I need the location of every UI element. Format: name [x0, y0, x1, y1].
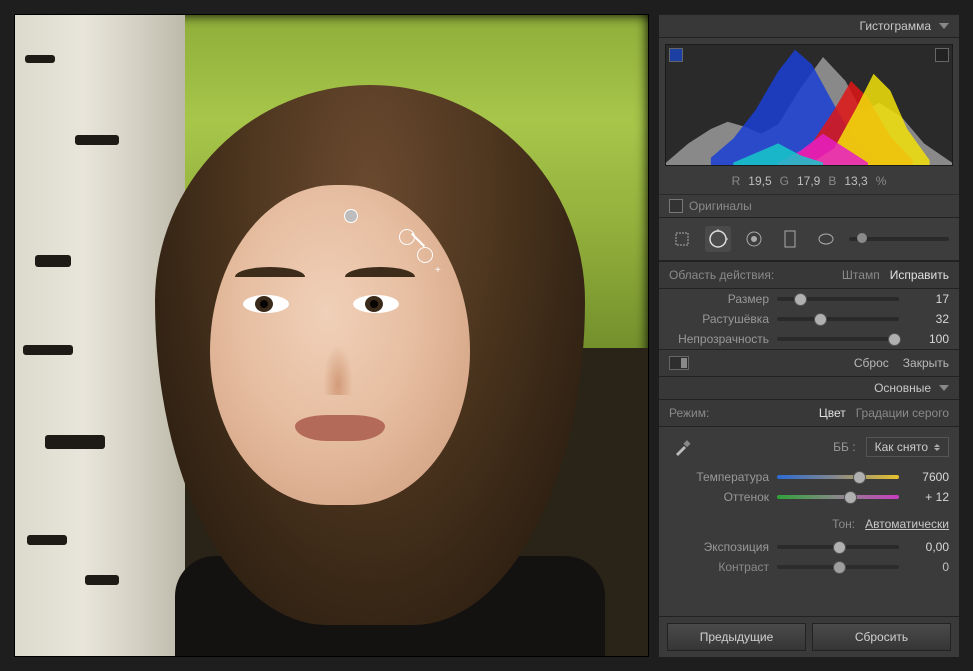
treatment-label: Режим:	[669, 406, 709, 420]
wb-value: Как снято	[875, 440, 928, 454]
tint-slider[interactable]	[777, 495, 899, 499]
heal-source-pin[interactable]	[345, 210, 357, 222]
rgb-readout: R19,5 G17,9 B13,3 %	[659, 172, 959, 194]
image-viewport[interactable]: +	[14, 14, 649, 657]
contrast-label: Контраст	[669, 560, 769, 574]
tint-label: Оттенок	[669, 490, 769, 504]
auto-tone-button[interactable]: Автоматически	[865, 517, 949, 531]
heal-cursor: +	[395, 225, 441, 271]
bottom-button-bar: Предыдущие Сбросить	[659, 616, 959, 657]
collapse-icon	[939, 385, 949, 391]
tone-label: Тон:	[832, 517, 855, 531]
spot-removal-tool[interactable]	[705, 226, 731, 252]
originals-label: Оригиналы	[689, 199, 752, 213]
basic-panel: Основные Режим: Цвет Градации серого ББ …	[659, 376, 959, 577]
right-panel: Гистограмма R19,5 G17,9 B13,3 % Оригинал…	[659, 14, 959, 657]
mode-heal[interactable]: Исправить	[890, 268, 949, 282]
feather-label: Растушёвка	[669, 312, 769, 326]
close-link[interactable]: Закрыть	[903, 356, 949, 370]
size-value[interactable]: 17	[907, 292, 949, 306]
treatment-color[interactable]: Цвет	[819, 406, 846, 420]
histogram-title: Гистограмма	[860, 19, 931, 33]
scope-label: Область действия:	[669, 268, 774, 282]
originals-row[interactable]: Оригиналы	[659, 194, 959, 217]
treatment-bw[interactable]: Градации серого	[856, 406, 949, 420]
crop-tool[interactable]	[669, 226, 695, 252]
feather-value[interactable]: 32	[907, 312, 949, 326]
wb-dropdown[interactable]: Как снято	[866, 437, 949, 457]
exposure-value[interactable]: 0,00	[907, 540, 949, 554]
contrast-value[interactable]: 0	[907, 560, 949, 574]
basic-header[interactable]: Основные	[659, 377, 959, 400]
basic-title: Основные	[874, 381, 931, 395]
photo-canvas	[15, 15, 648, 656]
temp-value[interactable]: 7600	[907, 470, 949, 484]
histogram-header[interactable]: Гистограмма	[659, 15, 959, 38]
red-eye-tool[interactable]	[741, 226, 767, 252]
mode-clone[interactable]: Штамп	[842, 268, 880, 282]
brush-size-mini-slider[interactable]	[849, 237, 949, 241]
updown-icon	[934, 444, 940, 451]
opacity-label: Непрозрачность	[669, 332, 769, 346]
panel-switch[interactable]	[669, 356, 689, 370]
feather-slider[interactable]	[777, 317, 899, 321]
size-slider[interactable]	[777, 297, 899, 301]
temp-label: Температура	[669, 470, 769, 484]
app-frame: + Гистограмма R19,5 G17,9 B13,3 %	[0, 0, 973, 671]
contrast-slider[interactable]	[777, 565, 899, 569]
wb-label: ББ :	[833, 440, 855, 454]
size-label: Размер	[669, 292, 769, 306]
originals-checkbox[interactable]	[669, 199, 683, 213]
tool-strip	[659, 217, 959, 261]
opacity-slider[interactable]	[777, 337, 899, 341]
histogram-chart[interactable]	[665, 44, 953, 166]
spot-options-panel: Область действия: Штамп Исправить Размер…	[659, 261, 959, 376]
previous-button[interactable]: Предыдущие	[667, 623, 806, 651]
reset-button[interactable]: Сбросить	[812, 623, 951, 651]
exposure-slider[interactable]	[777, 545, 899, 549]
opacity-value[interactable]: 100	[907, 332, 949, 346]
graduated-filter-tool[interactable]	[777, 226, 803, 252]
wb-eyedropper-tool[interactable]	[669, 433, 697, 461]
temp-slider[interactable]	[777, 475, 899, 479]
exposure-label: Экспозиция	[669, 540, 769, 554]
radial-filter-tool[interactable]	[813, 226, 839, 252]
reset-link[interactable]: Сброс	[854, 356, 889, 370]
tint-value[interactable]: + 12	[907, 490, 949, 504]
histogram-panel: Гистограмма R19,5 G17,9 B13,3 % Оригинал…	[659, 14, 959, 217]
collapse-icon	[939, 23, 949, 29]
